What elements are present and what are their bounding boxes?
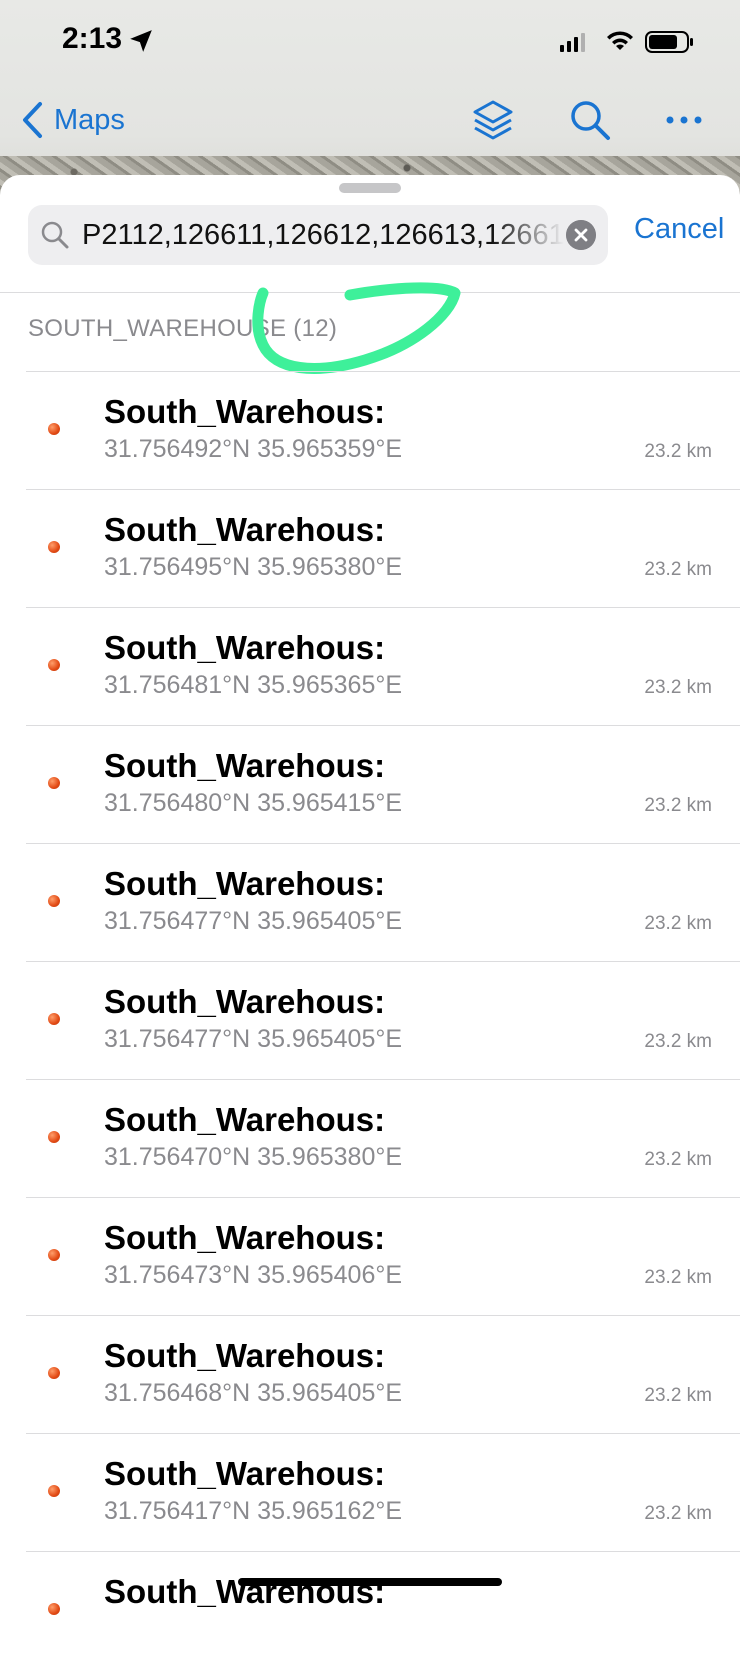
search-icon[interactable]	[568, 98, 612, 142]
result-distance: 23.2 km	[644, 559, 712, 580]
result-row[interactable]: South_Warehous: 31.756492°N 35.965359°E …	[0, 371, 740, 489]
result-title: South_Warehous:	[104, 1219, 386, 1256]
result-title: South_Warehous:	[104, 1455, 386, 1492]
result-row[interactable]: South_Warehous: 31.756468°N 35.965405°E …	[0, 1315, 740, 1433]
chevron-left-icon	[23, 102, 42, 138]
sheet-grabber[interactable]	[339, 183, 401, 193]
result-coordinates: 31.756473°N 35.965406°E	[104, 1261, 403, 1289]
result-coordinates: 31.756477°N 35.965405°E	[104, 1025, 403, 1053]
location-marker-icon	[48, 895, 60, 907]
result-title: South_Warehous:	[104, 983, 386, 1020]
result-row[interactable]: South_Warehous: 31.756470°N 35.965380°E …	[0, 1079, 740, 1197]
location-marker-icon	[48, 1485, 60, 1497]
location-marker-icon	[48, 541, 60, 553]
result-coordinates: 31.756477°N 35.965405°E	[104, 907, 403, 935]
result-row[interactable]: South_Warehous:	[0, 1551, 740, 1669]
result-title: South_Warehous:	[104, 1337, 386, 1374]
location-marker-icon	[48, 1249, 60, 1261]
result-title: South_Warehous:	[104, 747, 386, 784]
location-marker-icon	[48, 1131, 60, 1143]
back-label: Maps	[54, 103, 125, 136]
search-sheet: P2112,126611,126612,126613,126614 Cancel…	[0, 175, 740, 1615]
result-row[interactable]: South_Warehous: 31.756495°N 35.965380°E …	[0, 489, 740, 607]
layers-icon[interactable]	[471, 98, 515, 142]
location-arrow-icon	[130, 30, 152, 52]
top-bar: 2:13 Maps	[0, 0, 740, 180]
results-list: South_Warehous: 31.756492°N 35.965359°E …	[0, 371, 740, 1669]
result-title: South_Warehous:	[104, 629, 386, 666]
result-title: South_Warehous:	[104, 393, 386, 430]
result-coordinates: 31.756470°N 35.965380°E	[104, 1143, 403, 1171]
result-title: South_Warehous:	[104, 865, 386, 902]
result-distance: 23.2 km	[644, 795, 712, 816]
battery-icon	[645, 31, 693, 53]
result-row[interactable]: South_Warehous: 31.756473°N 35.965406°E …	[0, 1197, 740, 1315]
location-marker-icon	[48, 1013, 60, 1025]
location-marker-icon	[48, 1603, 60, 1615]
back-button[interactable]: Maps	[20, 98, 125, 142]
result-title: South_Warehous:	[104, 511, 386, 548]
result-distance: 23.2 km	[644, 1503, 712, 1524]
result-coordinates: 31.756468°N 35.965405°E	[104, 1379, 403, 1407]
cancel-button[interactable]: Cancel	[634, 213, 724, 246]
search-input[interactable]: P2112,126611,126612,126613,126614	[82, 205, 564, 265]
result-distance: 23.2 km	[644, 441, 712, 462]
location-marker-icon	[48, 659, 60, 671]
result-coordinates: 31.756495°N 35.965380°E	[104, 553, 403, 581]
result-distance: 23.2 km	[644, 1031, 712, 1052]
result-coordinates: 31.756417°N 35.965162°E	[104, 1497, 403, 1525]
home-indicator[interactable]	[238, 1578, 502, 1586]
result-distance: 23.2 km	[644, 1385, 712, 1406]
location-marker-icon	[48, 777, 60, 789]
search-field[interactable]: P2112,126611,126612,126613,126614	[28, 205, 608, 265]
result-coordinates: 31.756492°N 35.965359°E	[104, 435, 403, 463]
search-icon	[41, 221, 69, 249]
result-row[interactable]: South_Warehous: 31.756477°N 35.965405°E …	[0, 843, 740, 961]
more-icon[interactable]	[662, 98, 706, 142]
result-row[interactable]: South_Warehous: 31.756481°N 35.965365°E …	[0, 607, 740, 725]
signal-icon	[560, 33, 585, 52]
result-distance: 23.2 km	[644, 1149, 712, 1170]
result-distance: 23.2 km	[644, 677, 712, 698]
location-marker-icon	[48, 423, 60, 435]
result-title: South_Warehous:	[104, 1101, 386, 1138]
clear-icon[interactable]	[566, 220, 596, 250]
result-coordinates: 31.756480°N 35.965415°E	[104, 789, 403, 817]
result-row[interactable]: South_Warehous: 31.756480°N 35.965415°E …	[0, 725, 740, 843]
location-marker-icon	[48, 1367, 60, 1379]
result-row[interactable]: South_Warehous: 31.756477°N 35.965405°E …	[0, 961, 740, 1079]
result-distance: 23.2 km	[644, 1267, 712, 1288]
result-distance: 23.2 km	[644, 913, 712, 934]
wifi-icon	[607, 31, 633, 50]
result-row[interactable]: South_Warehous: 31.756417°N 35.965162°E …	[0, 1433, 740, 1551]
status-time: 2:13	[62, 22, 123, 55]
result-coordinates: 31.756481°N 35.965365°E	[104, 671, 403, 699]
